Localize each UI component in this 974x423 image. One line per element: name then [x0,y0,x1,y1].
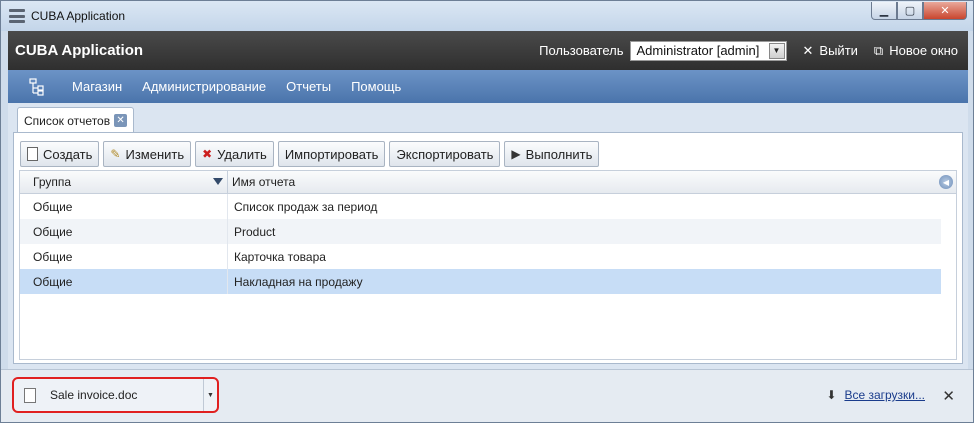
menu-item-administration[interactable]: Администрирование [142,79,266,94]
export-label: Экспортировать [396,146,494,162]
cell-group: Общие [20,269,228,294]
download-arrow-icon: ⬇ [826,388,837,402]
cell-group: Общие [20,244,228,269]
table-row-selected[interactable]: Общие Накладная на продажу [20,269,941,294]
chevron-down-icon[interactable]: ▼ [768,42,785,59]
download-bar: Sale invoice.doc ▼ ⬇ Все загрузки... ✕ [1,369,973,422]
import-label: Импортировать [284,146,379,162]
table-row[interactable]: Общие Список продаж за период [20,194,941,219]
cell-name: Карточка товара [234,249,326,264]
new-window-label: Новое окно [889,43,958,58]
run-button[interactable]: ▶ Выполнить [504,141,600,167]
app-menu-icon[interactable] [9,9,25,23]
toolbar: Создать ✎ Изменить ✖ Удалить Импортирова… [20,141,603,167]
close-icon[interactable]: ✕ [114,114,128,127]
chevron-down-icon[interactable]: ▼ [203,379,217,411]
menu-tree-icon[interactable] [28,77,44,96]
tab-report-list[interactable]: Список отчетов ✕ [17,107,135,133]
edit-button[interactable]: ✎ Изменить [103,141,192,167]
column-settings-icon[interactable]: ◀ [939,175,953,189]
user-select-value: Administrator [admin] [636,43,760,58]
delete-icon: ✖ [202,147,213,161]
column-header-group[interactable]: Группа [20,170,228,194]
maximize-button[interactable]: ▢ [897,2,923,20]
window-title: CUBA Application [31,9,126,23]
column-header-name[interactable]: Имя отчета [228,171,295,194]
close-icon: ✕ [802,42,814,58]
new-window-button[interactable]: ⧉ Новое окно [874,43,958,59]
window-title-bar: CUBA Application ▁ ▢ ✕ [1,1,973,31]
cell-name: Product [234,224,276,239]
delete-label: Удалить [217,146,267,162]
logout-label: Выйти [819,43,858,58]
report-list-panel: Создать ✎ Изменить ✖ Удалить Импортирова… [13,132,963,364]
download-file-name: Sale invoice.doc [50,388,138,402]
reports-table: Группа Имя отчета ◀ Общие Список продаж … [19,170,957,360]
minimize-button[interactable]: ▁ [871,2,897,20]
column-group-label: Группа [33,175,72,189]
user-select[interactable]: Administrator [admin] ▼ [629,40,787,61]
pencil-icon: ✎ [110,147,121,161]
export-button[interactable]: Экспортировать [389,141,501,167]
cell-group: Общие [20,219,228,244]
app-title: CUBA Application [15,42,144,59]
close-window-button[interactable]: ✕ [923,2,967,20]
edit-label: Изменить [125,146,185,162]
create-button[interactable]: Создать [20,141,100,167]
table-header: Группа Имя отчета ◀ [20,170,956,194]
create-label: Создать [43,146,93,162]
download-item[interactable]: Sale invoice.doc ▼ [12,377,219,413]
table-row[interactable]: Общие Карточка товара [20,244,941,269]
cell-group: Общие [20,194,228,219]
sort-desc-icon [213,177,223,185]
new-document-icon [27,147,38,161]
play-icon: ▶ [511,147,521,161]
cell-name: Список продаж за период [234,199,378,214]
delete-button[interactable]: ✖ Удалить [195,141,274,167]
run-label: Выполнить [525,146,593,162]
menu-item-help[interactable]: Помощь [351,79,401,94]
logout-button[interactable]: ✕ Выйти [803,43,858,59]
workspace: Список отчетов ✕ Создать ✎ Изменить ✖ Уд… [8,103,968,369]
new-window-icon: ⧉ [873,42,884,58]
import-button[interactable]: Импортировать [277,141,386,167]
menu-item-shop[interactable]: Магазин [72,79,122,94]
tab-label: Список отчетов [24,113,111,128]
menu-item-reports[interactable]: Отчеты [286,79,331,94]
close-icon[interactable]: ✕ [942,387,955,405]
browser-window: CUBA Application ▁ ▢ ✕ CUBA Application … [0,0,974,423]
all-downloads-link[interactable]: Все загрузки... [844,388,925,402]
document-icon [24,387,36,403]
main-menu: Магазин Администрирование Отчеты Помощь [8,70,968,103]
table-row[interactable]: Общие Product [20,219,941,244]
cell-name: Накладная на продажу [234,274,363,289]
user-label: Пользователь [539,43,624,58]
app-header: CUBA Application Пользователь Administra… [8,31,968,70]
column-name-label: Имя отчета [232,175,296,189]
all-downloads-link-wrap[interactable]: ⬇ Все загрузки... [826,388,925,402]
